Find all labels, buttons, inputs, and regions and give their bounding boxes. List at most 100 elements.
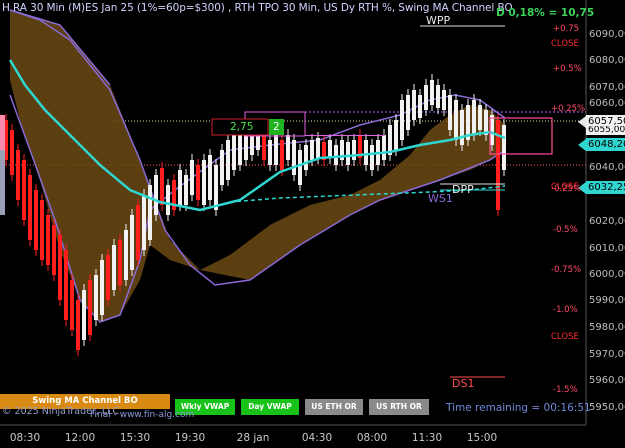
candle-body: [76, 300, 80, 350]
pct-label: +0.25%: [551, 104, 586, 114]
price-tick: 5980,00: [589, 322, 625, 333]
day-vwap-button[interactable]: Day VWAP: [241, 399, 299, 415]
price-tick: 5990,00: [589, 295, 625, 306]
time-tick: 04:30: [301, 432, 333, 444]
candle-body: [142, 195, 146, 250]
candle-body: [136, 205, 140, 260]
price-tick: 6070,00: [589, 82, 625, 93]
candle-body: [58, 235, 62, 300]
price-tick: 6040,00: [589, 162, 625, 173]
us-rth-or-button[interactable]: US RTH OR: [369, 399, 429, 415]
candle-body: [220, 150, 224, 185]
candle-body: [454, 100, 458, 140]
candle-body: [190, 160, 194, 195]
candle-body: [232, 135, 236, 170]
pct-label: -0.75%: [551, 265, 582, 275]
cyan-price-arrow: [578, 139, 586, 151]
candle-body: [10, 130, 14, 175]
time-remaining: Time remaining = 00:16:51: [446, 402, 591, 414]
close-label: CLOSE: [551, 332, 579, 342]
candle-body: [130, 215, 134, 270]
candle-body: [202, 160, 206, 205]
chart-title: H RA 30 Min (M)ES Jan 25 (1%=60p=$300) ,…: [2, 2, 513, 14]
time-tick: 15:00: [466, 432, 498, 444]
candle-body: [22, 160, 26, 220]
ma-price-box: 6032,25: [586, 181, 625, 194]
cyan-price-box: 6048,20: [586, 138, 625, 151]
prev-price-box: 6055,00: [586, 126, 625, 135]
us-eth-or-button[interactable]: US ETH OR: [305, 399, 363, 415]
candle-body: [502, 125, 506, 170]
ds1-label: DS1: [452, 377, 475, 390]
candle-body: [304, 145, 308, 170]
candle-body: [268, 140, 272, 165]
candle-body: [352, 140, 356, 160]
pct-label: +0.75: [553, 24, 580, 34]
candle-body: [490, 115, 494, 145]
candle-body: [166, 185, 170, 215]
candle-body: [334, 145, 338, 165]
edge-candle-body: [0, 150, 5, 215]
candle-body: [64, 250, 68, 320]
candle-body: [436, 85, 440, 108]
channel-readout-value: 2,75: [230, 121, 254, 133]
candle-body: [34, 190, 38, 250]
price-tick: 6090,00: [589, 29, 625, 40]
candle-body: [412, 90, 416, 120]
candle-body: [88, 280, 92, 335]
price-tick: 6020,00: [589, 216, 625, 227]
price-tick: 5950,00: [589, 402, 625, 413]
candle-body: [178, 170, 182, 205]
candle-body: [430, 80, 434, 105]
candle-body: [70, 280, 74, 330]
candle-body: [100, 260, 104, 315]
candle-body: [52, 225, 56, 275]
time-tick: 28 jan: [236, 432, 270, 444]
pct-label: -0.5%: [553, 225, 578, 235]
price-tick: 6000,00: [589, 269, 625, 280]
candle-body: [40, 200, 44, 260]
candle-body: [292, 140, 296, 175]
candle-body: [46, 215, 50, 265]
candle-body: [208, 155, 212, 200]
candle-body: [424, 85, 428, 110]
candle-body: [394, 120, 398, 150]
candle-body: [448, 95, 452, 130]
close-label: CLOSE: [551, 39, 579, 49]
candle-body: [94, 275, 98, 320]
candle-body: [106, 255, 110, 300]
candle-body: [124, 230, 128, 280]
candle-body: [382, 135, 386, 160]
pct-label: -1.0%: [553, 305, 578, 315]
candle-body: [82, 290, 86, 340]
candle-body: [418, 95, 422, 118]
last-price-arrow: [578, 116, 586, 128]
candle-body: [310, 140, 314, 160]
candle-body: [478, 105, 482, 130]
candle-body: [196, 165, 200, 200]
pct-label: -0.25%: [551, 184, 582, 194]
candle-body: [280, 140, 284, 170]
candle-body: [370, 145, 374, 170]
candle-body: [364, 140, 368, 165]
candle-body: [400, 100, 404, 140]
change-readout: D 0,18% = 10,75: [496, 7, 595, 19]
price-tick: 5960,00: [589, 375, 625, 386]
candle-body: [298, 150, 302, 185]
candle-body: [460, 110, 464, 145]
candle-body: [316, 138, 320, 158]
time-tick: 08:00: [356, 432, 388, 444]
price-tick: 6010,00: [589, 243, 625, 254]
tpo-box-line: [305, 135, 385, 136]
candle-body: [442, 90, 446, 110]
candle-body: [154, 175, 158, 215]
candle-body: [406, 95, 410, 130]
candle-body: [472, 100, 476, 135]
candle-body: [112, 245, 116, 290]
candle-body: [160, 168, 164, 205]
time-tick: 12:00: [64, 432, 96, 444]
ws1-label: WS1: [428, 192, 453, 205]
price-chart[interactable]: [0, 0, 625, 448]
candle-body: [214, 165, 218, 210]
candle-body: [16, 150, 20, 200]
